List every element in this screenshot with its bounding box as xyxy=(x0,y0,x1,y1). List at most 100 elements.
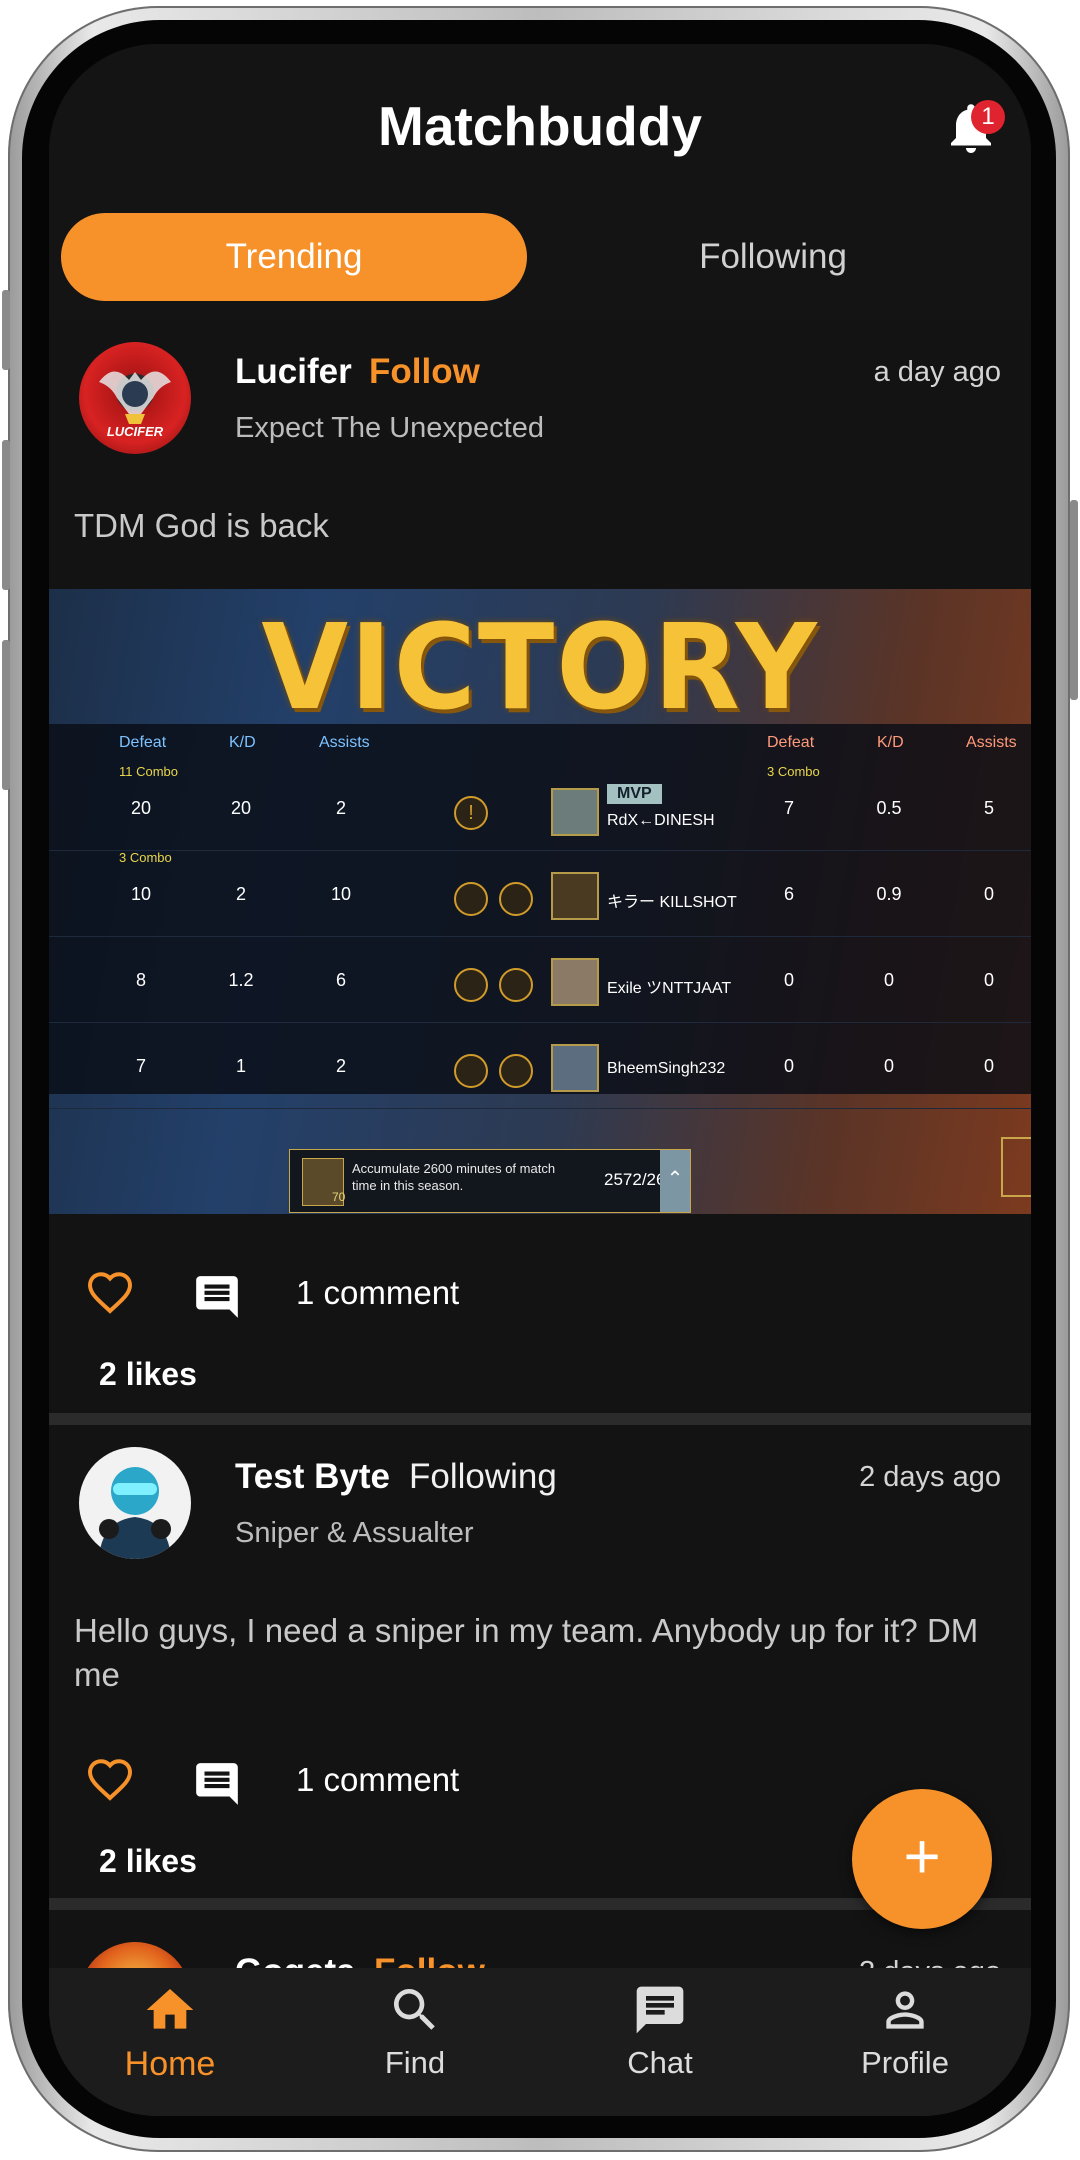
combo-label: 3 Combo xyxy=(767,764,820,779)
mission-frame xyxy=(1001,1137,1031,1197)
score-cell: 0 xyxy=(783,1056,794,1076)
player-name: キラー KILLSHOT xyxy=(607,894,737,911)
like-icon xyxy=(499,1054,533,1088)
phone-side-button xyxy=(2,290,10,370)
alert-icon: ! xyxy=(454,796,488,830)
mission-banner: 70 Accumulate 2600 minutes of match time… xyxy=(289,1149,691,1213)
avatar[interactable] xyxy=(79,1447,191,1559)
add-friend-icon xyxy=(454,968,488,1002)
score-cell: 0 xyxy=(883,1056,894,1076)
avatar[interactable]: LUCIFER xyxy=(79,342,191,454)
avatar-logo-text: LUCIFER xyxy=(106,424,164,439)
mission-text: Accumulate 2600 minutes of match time in… xyxy=(352,1161,556,1193)
scoreboard: Defeat K/D Assists Defeat K/D Assists 11… xyxy=(49,724,1031,1109)
user-bio: Sniper & Assualter xyxy=(235,1517,474,1549)
score-cell: 20 xyxy=(230,798,252,818)
score-cell: 1 xyxy=(235,1056,246,1076)
score-cell: 1.2 xyxy=(228,970,254,990)
combo-label: 11 Combo xyxy=(119,764,179,779)
score-row: 3 Combo 10 2 10 キラー KILLSHOT 6 0.9 0 xyxy=(49,850,1031,937)
search-icon xyxy=(394,1989,435,2030)
post-timestamp: 2 days ago xyxy=(859,1461,1001,1493)
nav-label: Profile xyxy=(861,2045,949,2080)
score-cell: 0.5 xyxy=(876,798,902,818)
score-cell: 8 xyxy=(135,970,146,990)
score-header: Defeat xyxy=(119,734,167,751)
score-cell: 0.9 xyxy=(876,884,902,904)
heart-icon[interactable] xyxy=(84,1757,136,1805)
nav-label: Find xyxy=(384,2045,446,2080)
post-actions: 1 comment xyxy=(74,1747,674,1817)
chevron-up-icon: ⌃ xyxy=(660,1150,690,1212)
add-friend-icon xyxy=(454,882,488,916)
nav-label: Chat xyxy=(627,2045,693,2080)
score-cell: 7 xyxy=(783,798,794,818)
player-avatar xyxy=(551,1044,599,1092)
score-cell: 2 xyxy=(335,798,346,818)
nav-profile[interactable]: Profile xyxy=(815,1982,995,2081)
follow-button[interactable]: Follow xyxy=(369,352,480,392)
post-divider xyxy=(49,1413,1031,1425)
tab-following[interactable]: Following xyxy=(527,213,1019,301)
score-cell: 20 xyxy=(130,798,152,818)
score-cell: 0 xyxy=(883,970,894,990)
score-row: 8 1.2 6 Exile ツNTTJAAT 0 0 0 xyxy=(49,936,1031,1023)
score-cell: 0 xyxy=(983,1056,994,1076)
score-header: Assists xyxy=(966,734,1017,751)
post-actions: 1 comment xyxy=(74,1260,674,1330)
nav-home[interactable]: Home xyxy=(80,1982,260,2084)
following-button[interactable]: Following xyxy=(409,1457,557,1497)
phone-side-button xyxy=(2,440,10,590)
person-icon xyxy=(886,1991,924,2029)
comment-icon[interactable] xyxy=(190,1759,244,1809)
feed-tabs: Trending Following xyxy=(61,213,1019,301)
avatar-illustration xyxy=(99,1467,171,1559)
heart-icon[interactable] xyxy=(84,1270,136,1318)
post-text: Hello guys, I need a sniper in my team. … xyxy=(74,1612,979,1693)
post-text: TDM God is back xyxy=(74,507,329,544)
like-icon xyxy=(499,968,533,1002)
phone-side-button xyxy=(2,640,10,790)
post-card: LUCIFER Lucifer Follow a day ago Expect … xyxy=(49,320,1031,1413)
score-header: Defeat xyxy=(767,734,815,751)
score-cell: 0 xyxy=(983,884,994,904)
score-cell: 5 xyxy=(983,798,994,818)
player-avatar xyxy=(551,788,599,836)
score-cell: 2 xyxy=(235,884,246,904)
comment-icon[interactable] xyxy=(190,1272,244,1322)
score-header: Assists xyxy=(319,734,370,751)
score-cell: 7 xyxy=(135,1056,146,1076)
score-header: K/D xyxy=(877,734,904,751)
score-row: 11 Combo 20 20 2 ! MVP RdX←DINESH 3 Comb… xyxy=(49,764,1031,851)
nav-chat[interactable]: Chat xyxy=(570,1982,750,2081)
player-avatar xyxy=(551,958,599,1006)
post-timestamp: a day ago xyxy=(873,356,1001,388)
score-cell: 0 xyxy=(983,970,994,990)
comment-count[interactable]: 1 comment xyxy=(296,1761,459,1799)
mvp-badge: MVP xyxy=(607,784,662,804)
app-header: Matchbuddy 1 Trending Following xyxy=(49,44,1031,320)
score-header: K/D xyxy=(229,734,256,751)
score-cell: 6 xyxy=(335,970,346,990)
score-cell: 0 xyxy=(783,970,794,990)
chat-icon xyxy=(636,1986,684,2034)
score-cell: 10 xyxy=(130,884,152,904)
score-row: 7 1 2 BheemSingh232 0 0 0 xyxy=(49,1022,1031,1109)
tab-trending[interactable]: Trending xyxy=(61,213,527,301)
add-post-button[interactable]: + xyxy=(852,1789,992,1929)
player-name: Exile ツNTTJAAT xyxy=(607,980,732,997)
home-icon xyxy=(146,1989,194,2029)
bottom-navigation: Home Find Chat Profile xyxy=(49,1968,1031,2116)
nav-find[interactable]: Find xyxy=(325,1982,505,2081)
combo-label: 3 Combo xyxy=(119,850,172,865)
score-cell: 6 xyxy=(783,884,794,904)
player-avatar xyxy=(551,872,599,920)
notification-badge: 1 xyxy=(971,100,1005,134)
comment-count[interactable]: 1 comment xyxy=(296,1274,459,1312)
post-username[interactable]: Lucifer xyxy=(235,352,352,392)
app-title: Matchbuddy xyxy=(378,95,702,157)
post-image[interactable]: VICTORY Defeat K/D Assists Defeat K/D As… xyxy=(49,589,1031,1214)
app-screen: Matchbuddy 1 Trending Following LUCIFER … xyxy=(49,44,1031,2116)
post-username[interactable]: Test Byte xyxy=(235,1457,390,1497)
like-icon xyxy=(499,882,533,916)
